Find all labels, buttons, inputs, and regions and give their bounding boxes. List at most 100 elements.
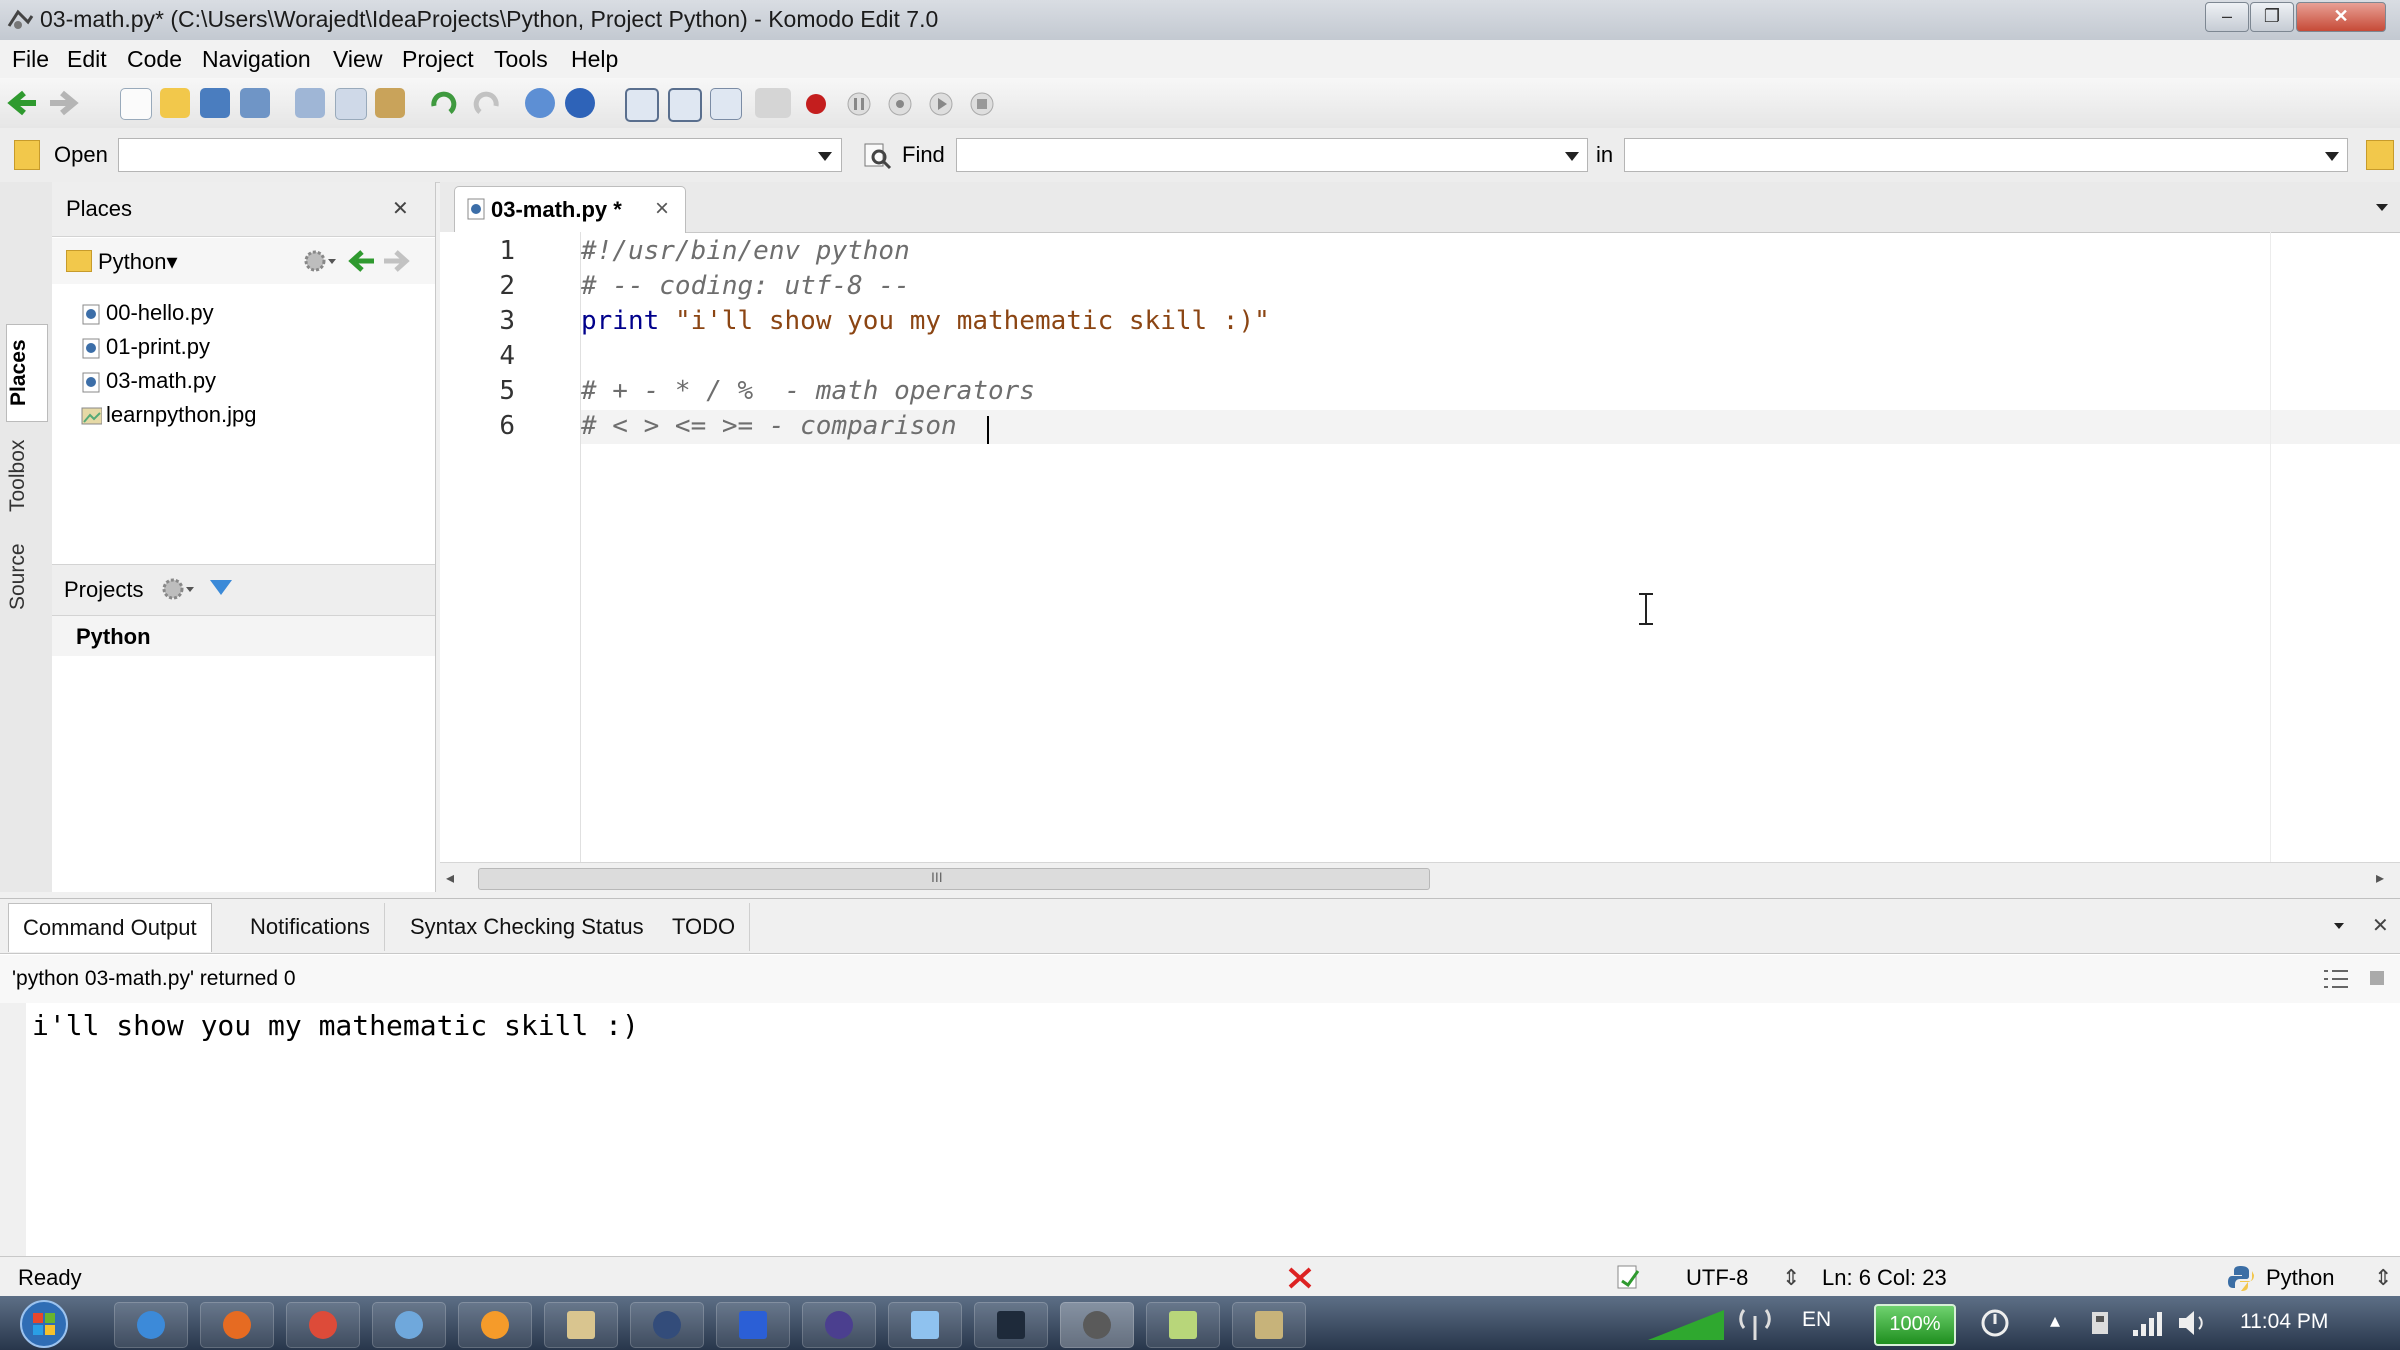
save-icon[interactable] — [200, 88, 230, 118]
stop-macro-icon[interactable] — [886, 90, 914, 118]
restore-button[interactable]: ❐ — [2250, 2, 2294, 32]
tab-close-button[interactable]: × — [655, 195, 669, 223]
save-macro-icon[interactable] — [968, 90, 996, 118]
firefox-icon[interactable] — [200, 1302, 274, 1348]
bottom-pane-toggle-icon[interactable] — [668, 88, 702, 122]
tab-todo[interactable]: TODO — [658, 903, 751, 951]
wireless-icon[interactable] — [1738, 1304, 1772, 1342]
browser-app-icon[interactable] — [372, 1302, 446, 1348]
tab-command-output[interactable]: Command Output — [8, 903, 212, 952]
scrollbar-thumb[interactable]: III — [478, 868, 1430, 890]
project-row[interactable]: Python — [52, 616, 435, 656]
menu-code[interactable]: Code — [127, 46, 182, 73]
media-app-icon[interactable] — [458, 1302, 532, 1348]
signal-strength-icon[interactable] — [1646, 1306, 1726, 1342]
tab-list-dropdown-icon[interactable] — [2376, 204, 2388, 211]
gear-icon[interactable] — [302, 248, 338, 274]
language-selector[interactable]: Python — [2266, 1265, 2335, 1291]
file-item[interactable]: 03-math.py — [80, 368, 216, 394]
show-hidden-icons[interactable]: ▴ — [2050, 1308, 2060, 1333]
chrome-icon[interactable] — [286, 1302, 360, 1348]
windows-start-icon[interactable] — [16, 1299, 72, 1349]
left-pane-toggle-icon[interactable] — [625, 88, 659, 122]
cut-icon[interactable] — [295, 88, 325, 118]
remote-desktop-icon[interactable] — [888, 1302, 962, 1348]
file-status-icon[interactable] — [1614, 1263, 1650, 1291]
power-plug-icon[interactable] — [1980, 1308, 2014, 1338]
menu-file[interactable]: File — [12, 46, 49, 73]
settings-app-icon[interactable] — [630, 1302, 704, 1348]
find-input[interactable] — [956, 138, 1588, 172]
close-window-button[interactable]: ✕ — [2296, 2, 2386, 32]
back-arrow-icon[interactable] — [6, 88, 40, 118]
pause-macro-icon[interactable] — [845, 90, 873, 118]
network-bars-icon[interactable] — [2130, 1308, 2164, 1338]
new-file-icon[interactable] — [120, 88, 152, 120]
places-forward-icon[interactable] — [382, 248, 410, 274]
open-input[interactable] — [118, 138, 842, 172]
right-pane-toggle-icon[interactable] — [710, 88, 742, 120]
save-all-icon[interactable] — [240, 88, 270, 118]
copy-icon[interactable] — [335, 88, 367, 120]
lint-error-icon[interactable] — [1286, 1265, 1314, 1291]
forward-arrow-icon[interactable] — [46, 88, 80, 118]
horizontal-scrollbar[interactable]: ◂ III ▸ — [440, 862, 2400, 893]
internet-explorer-icon[interactable] — [114, 1302, 188, 1348]
bottom-panel-close-button[interactable]: ✕ — [2372, 913, 2389, 938]
tab-syntax-checking-status[interactable]: Syntax Checking Status — [396, 903, 659, 951]
minimize-button[interactable]: – — [2205, 2, 2249, 32]
panel-menu-dropdown-icon[interactable] — [2334, 923, 2344, 929]
menu-tools[interactable]: Tools — [494, 46, 548, 73]
menu-help[interactable]: Help — [571, 46, 618, 73]
menu-edit[interactable]: Edit — [67, 46, 107, 73]
language-spinner-icon[interactable]: ⇕ — [2374, 1265, 2392, 1291]
stop-icon[interactable] — [2370, 971, 2384, 985]
find-dropdown-icon[interactable] — [1565, 152, 1579, 161]
file-manager-icon[interactable] — [544, 1302, 618, 1348]
file-item[interactable]: 00-hello.py — [80, 300, 214, 326]
system-clock[interactable]: 11:04 PM — [2240, 1310, 2328, 1334]
safely-remove-icon[interactable] — [2086, 1308, 2116, 1338]
places-folder-dropdown[interactable]: Python▾ — [98, 249, 178, 275]
encoding-selector[interactable]: UTF-8 — [1686, 1265, 1748, 1291]
open-dropdown-icon[interactable] — [818, 152, 832, 161]
in-input[interactable] — [1624, 138, 2348, 172]
menu-view[interactable]: View — [333, 46, 382, 73]
file-item[interactable]: learnpython.jpg — [80, 402, 256, 428]
paste-icon[interactable] — [375, 88, 405, 118]
redo-icon[interactable] — [470, 88, 502, 118]
macro-menu-icon[interactable] — [755, 88, 791, 118]
side-tab-places[interactable]: Places — [6, 324, 48, 422]
volume-icon[interactable] — [2176, 1308, 2210, 1338]
notes-app-icon[interactable] — [1146, 1302, 1220, 1348]
tab-03-math[interactable]: 03-math.py * × — [454, 186, 686, 233]
play-macro-icon[interactable] — [927, 90, 955, 118]
menu-project[interactable]: Project — [402, 46, 474, 73]
browser-preview-icon[interactable] — [565, 88, 595, 118]
side-tab-source[interactable]: Source — [6, 532, 46, 622]
komodo-taskbar-icon[interactable] — [1060, 1302, 1134, 1348]
battery-indicator[interactable]: 100% — [1874, 1304, 1956, 1346]
scroll-right-icon[interactable]: ▸ — [2376, 868, 2384, 888]
input-language[interactable]: EN — [1802, 1308, 1831, 1332]
places-close-button[interactable]: ✕ — [392, 196, 409, 221]
scroll-left-icon[interactable]: ◂ — [446, 868, 454, 888]
filter-icon[interactable] — [208, 577, 234, 599]
open-folder-icon[interactable] — [160, 88, 190, 118]
debug-icon[interactable] — [525, 88, 555, 118]
eclipse-icon[interactable] — [802, 1302, 876, 1348]
places-back-icon[interactable] — [348, 248, 376, 274]
browse-folder-icon[interactable] — [2366, 140, 2394, 170]
terminal-icon[interactable] — [974, 1302, 1048, 1348]
undo-icon[interactable] — [428, 88, 460, 118]
file-item[interactable]: 01-print.py — [80, 334, 210, 360]
tool-app-icon[interactable] — [1232, 1302, 1306, 1348]
side-tab-toolbox[interactable]: Toolbox — [6, 424, 46, 528]
ide-app-icon[interactable] — [716, 1302, 790, 1348]
record-macro-icon[interactable] — [802, 90, 830, 118]
menu-navigation[interactable]: Navigation — [202, 46, 311, 73]
encoding-spinner-icon[interactable]: ⇕ — [1782, 1265, 1800, 1291]
tab-notifications[interactable]: Notifications — [236, 903, 385, 951]
in-dropdown-icon[interactable] — [2325, 152, 2339, 161]
gear-icon[interactable] — [160, 575, 196, 603]
